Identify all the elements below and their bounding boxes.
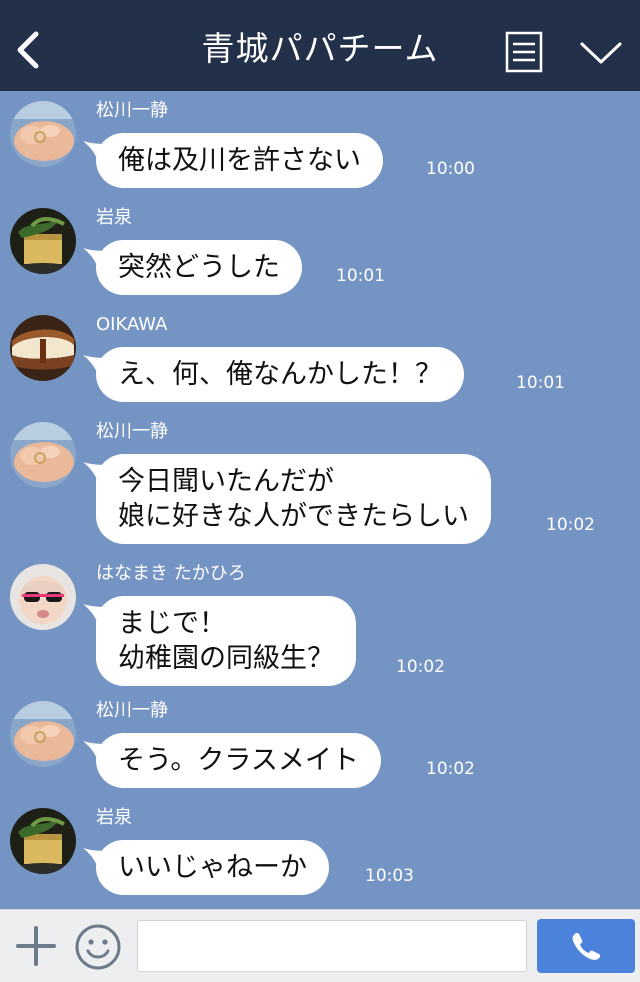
hand-photo	[10, 422, 76, 488]
menu-button[interactable]	[505, 31, 543, 73]
chevron-left-icon	[17, 31, 39, 69]
call-button[interactable]	[537, 919, 635, 973]
message-line: 娘に好きな人ができたらしい	[118, 501, 469, 532]
input-bar	[0, 909, 640, 982]
message-time: 10:01	[336, 266, 385, 286]
message-line: え、何、俺なんかした！？	[118, 359, 442, 390]
avatar[interactable]	[10, 315, 76, 381]
chat-title: 青城パパチーム	[201, 29, 439, 68]
smiley-icon	[75, 924, 121, 970]
food-photo	[10, 808, 76, 874]
sender-name: 岩泉	[96, 207, 132, 228]
avatar[interactable]	[10, 564, 76, 630]
chat-area[interactable]: 松川一静 俺は及川を許さない 10:00 岩泉 突然どうした 10:01 OIK…	[0, 91, 640, 909]
message-line: まじで！	[118, 608, 226, 639]
message-time: 10:03	[365, 866, 414, 886]
message-line: 突然どうした	[118, 252, 280, 283]
avatar[interactable]	[10, 101, 76, 167]
avatar[interactable]	[10, 808, 76, 874]
collapse-button[interactable]	[578, 38, 624, 68]
message-time: 10:01	[516, 373, 565, 393]
avatar[interactable]	[10, 422, 76, 488]
avatar[interactable]	[10, 208, 76, 274]
message-time: 10:00	[426, 159, 475, 179]
message-time: 10:02	[546, 515, 595, 535]
chevron-down-icon	[580, 42, 622, 64]
message-line: 幼稚園の同級生？	[118, 643, 334, 674]
message-bubble[interactable]: そう。クラスメイト	[96, 733, 381, 788]
message-line: 今日聞いたんだが	[118, 466, 334, 497]
message-bubble[interactable]: 俺は及川を許さない	[96, 133, 383, 188]
list-icon	[505, 31, 543, 73]
sender-name: 松川一静	[96, 100, 168, 121]
message-bubble[interactable]: 突然どうした	[96, 240, 302, 295]
message-bubble[interactable]: まじで！ 幼稚園の同級生？	[96, 596, 356, 686]
hand-photo	[10, 701, 76, 767]
message-time: 10:02	[396, 657, 445, 677]
sender-name: はなまき たかひろ	[96, 563, 246, 584]
message-bubble[interactable]: え、何、俺なんかした！？	[96, 347, 464, 402]
message-bubble[interactable]: いいじゃねーか	[96, 840, 329, 895]
avatar[interactable]	[10, 701, 76, 767]
sender-name: 松川一静	[96, 700, 168, 721]
message-line: いいじゃねーか	[118, 852, 307, 883]
sender-name: 岩泉	[96, 807, 132, 828]
chat-header: 青城パパチーム	[0, 0, 640, 91]
sender-name: 松川一静	[96, 421, 168, 442]
hand-photo	[10, 101, 76, 167]
baby-photo	[10, 564, 76, 630]
bread-photo	[10, 315, 76, 381]
emoji-button[interactable]	[73, 922, 123, 972]
message-line: そう。クラスメイト	[118, 745, 359, 776]
plus-icon	[16, 926, 56, 966]
add-button[interactable]	[14, 924, 58, 968]
message-bubble[interactable]: 今日聞いたんだが 娘に好きな人ができたらしい	[96, 454, 491, 544]
food-photo	[10, 208, 76, 274]
phone-icon	[572, 932, 601, 960]
sender-name: OIKAWA	[96, 314, 168, 335]
back-button[interactable]	[12, 28, 48, 72]
message-time: 10:02	[426, 759, 475, 779]
message-input[interactable]	[137, 920, 527, 972]
message-line: 俺は及川を許さない	[118, 145, 361, 176]
